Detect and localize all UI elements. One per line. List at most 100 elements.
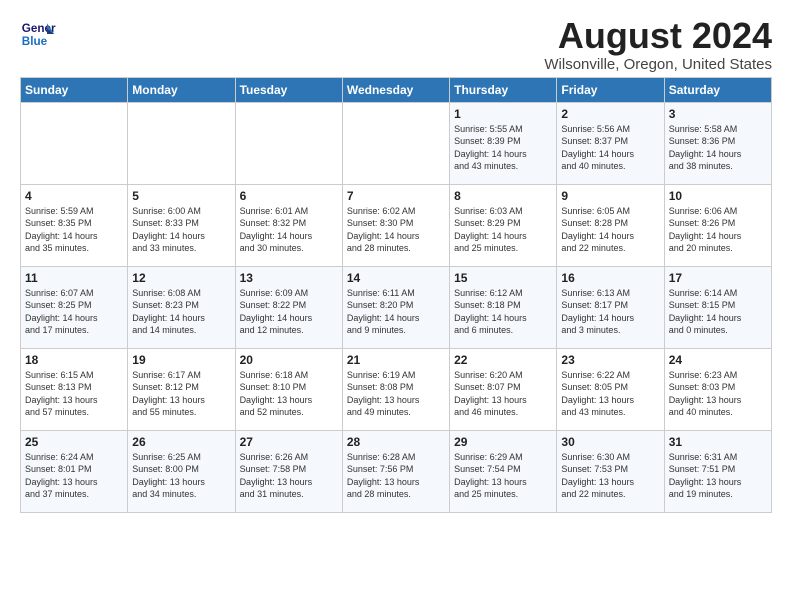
day-info: Sunrise: 6:02 AM Sunset: 8:30 PM Dayligh… (347, 205, 445, 255)
day-info: Sunrise: 5:59 AM Sunset: 8:35 PM Dayligh… (25, 205, 123, 255)
day-info: Sunrise: 5:56 AM Sunset: 8:37 PM Dayligh… (561, 123, 659, 173)
calendar-cell: 16 Sunrise: 6:13 AM Sunset: 8:17 PM Dayli… (557, 266, 664, 348)
day-info: Sunrise: 6:28 AM Sunset: 7:56 PM Dayligh… (347, 451, 445, 501)
day-number: 24 (669, 353, 767, 367)
day-info: Sunrise: 6:15 AM Sunset: 8:13 PM Dayligh… (25, 369, 123, 419)
calendar-cell: 8 Sunrise: 6:03 AM Sunset: 8:29 PM Daylig… (450, 184, 557, 266)
day-info: Sunrise: 6:25 AM Sunset: 8:00 PM Dayligh… (132, 451, 230, 501)
calendar-cell: 24 Sunrise: 6:23 AM Sunset: 8:03 PM Dayli… (664, 348, 771, 430)
calendar-cell: 14Sunrise: 6:11 AM Sunset: 8:20 PM Dayli… (342, 266, 449, 348)
calendar-cell: 4 Sunrise: 5:59 AM Sunset: 8:35 PM Daylig… (21, 184, 128, 266)
day-header-sunday: Sunday (21, 77, 128, 102)
day-info: Sunrise: 6:13 AM Sunset: 8:17 PM Dayligh… (561, 287, 659, 337)
calendar-cell: 9 Sunrise: 6:05 AM Sunset: 8:28 PM Daylig… (557, 184, 664, 266)
calendar-cell: 20 Sunrise: 6:18 AM Sunset: 8:10 PM Dayli… (235, 348, 342, 430)
calendar-cell: 27 Sunrise: 6:26 AM Sunset: 7:58 PM Dayli… (235, 430, 342, 512)
calendar-cell: 25 Sunrise: 6:24 AM Sunset: 8:01 PM Dayli… (21, 430, 128, 512)
day-number: 5 (132, 189, 230, 203)
calendar-cell: 2Sunrise: 5:56 AM Sunset: 8:37 PM Daylig… (557, 102, 664, 184)
day-info: Sunrise: 6:07 AM Sunset: 8:25 PM Dayligh… (25, 287, 123, 337)
day-info: Sunrise: 6:14 AM Sunset: 8:15 PM Dayligh… (669, 287, 767, 337)
day-number: 16 (561, 271, 659, 285)
day-number: 11 (25, 271, 123, 285)
calendar-cell: 28 Sunrise: 6:28 AM Sunset: 7:56 PM Dayli… (342, 430, 449, 512)
day-info: Sunrise: 6:23 AM Sunset: 8:03 PM Dayligh… (669, 369, 767, 419)
day-number: 14 (347, 271, 445, 285)
day-number: 8 (454, 189, 552, 203)
calendar-cell: 30 Sunrise: 6:30 AM Sunset: 7:53 PM Dayli… (557, 430, 664, 512)
day-number: 19 (132, 353, 230, 367)
day-number: 20 (240, 353, 338, 367)
day-info: Sunrise: 6:03 AM Sunset: 8:29 PM Dayligh… (454, 205, 552, 255)
day-info: Sunrise: 6:30 AM Sunset: 7:53 PM Dayligh… (561, 451, 659, 501)
calendar-cell (235, 102, 342, 184)
day-header-saturday: Saturday (664, 77, 771, 102)
day-header-friday: Friday (557, 77, 664, 102)
day-number: 1 (454, 107, 552, 121)
day-info: Sunrise: 6:24 AM Sunset: 8:01 PM Dayligh… (25, 451, 123, 501)
title-area: August 2024 Wilsonville, Oregon, United … (544, 16, 772, 73)
day-header-thursday: Thursday (450, 77, 557, 102)
day-info: Sunrise: 6:20 AM Sunset: 8:07 PM Dayligh… (454, 369, 552, 419)
day-number: 21 (347, 353, 445, 367)
day-number: 27 (240, 435, 338, 449)
calendar-cell: 19Sunrise: 6:17 AM Sunset: 8:12 PM Dayli… (128, 348, 235, 430)
calendar-cell: 31 Sunrise: 6:31 AM Sunset: 7:51 PM Dayli… (664, 430, 771, 512)
day-header-wednesday: Wednesday (342, 77, 449, 102)
day-info: Sunrise: 5:58 AM Sunset: 8:36 PM Dayligh… (669, 123, 767, 173)
day-info: Sunrise: 6:29 AM Sunset: 7:54 PM Dayligh… (454, 451, 552, 501)
day-number: 3 (669, 107, 767, 121)
day-number: 15 (454, 271, 552, 285)
day-info: Sunrise: 6:09 AM Sunset: 8:22 PM Dayligh… (240, 287, 338, 337)
calendar-cell: 12Sunrise: 6:08 AM Sunset: 8:23 PM Dayli… (128, 266, 235, 348)
day-info: Sunrise: 6:31 AM Sunset: 7:51 PM Dayligh… (669, 451, 767, 501)
calendar-cell: 17 Sunrise: 6:14 AM Sunset: 8:15 PM Dayli… (664, 266, 771, 348)
day-info: Sunrise: 6:22 AM Sunset: 8:05 PM Dayligh… (561, 369, 659, 419)
calendar-cell (21, 102, 128, 184)
day-number: 4 (25, 189, 123, 203)
day-info: Sunrise: 6:06 AM Sunset: 8:26 PM Dayligh… (669, 205, 767, 255)
calendar-cell: 11 Sunrise: 6:07 AM Sunset: 8:25 PM Dayli… (21, 266, 128, 348)
day-info: Sunrise: 6:08 AM Sunset: 8:23 PM Dayligh… (132, 287, 230, 337)
day-info: Sunrise: 6:19 AM Sunset: 8:08 PM Dayligh… (347, 369, 445, 419)
day-info: Sunrise: 6:26 AM Sunset: 7:58 PM Dayligh… (240, 451, 338, 501)
calendar-cell: 1 Sunrise: 5:55 AM Sunset: 8:39 PM Daylig… (450, 102, 557, 184)
logo-icon: General Blue (20, 16, 56, 52)
svg-text:Blue: Blue (22, 35, 48, 48)
day-number: 30 (561, 435, 659, 449)
day-number: 13 (240, 271, 338, 285)
calendar-cell (342, 102, 449, 184)
day-number: 17 (669, 271, 767, 285)
calendar-cell: 22 Sunrise: 6:20 AM Sunset: 8:07 PM Dayli… (450, 348, 557, 430)
day-number: 31 (669, 435, 767, 449)
day-number: 9 (561, 189, 659, 203)
calendar-cell: 29 Sunrise: 6:29 AM Sunset: 7:54 PM Dayli… (450, 430, 557, 512)
day-info: Sunrise: 6:00 AM Sunset: 8:33 PM Dayligh… (132, 205, 230, 255)
day-number: 28 (347, 435, 445, 449)
calendar-cell: 26 Sunrise: 6:25 AM Sunset: 8:00 PM Dayli… (128, 430, 235, 512)
calendar-cell: 3 Sunrise: 5:58 AM Sunset: 8:36 PM Daylig… (664, 102, 771, 184)
day-number: 23 (561, 353, 659, 367)
location-title: Wilsonville, Oregon, United States (544, 56, 772, 73)
logo: General Blue (20, 16, 56, 52)
month-title: August 2024 (544, 16, 772, 56)
calendar-cell: 18 Sunrise: 6:15 AM Sunset: 8:13 PM Dayli… (21, 348, 128, 430)
day-number: 10 (669, 189, 767, 203)
calendar-cell: 7Sunrise: 6:02 AM Sunset: 8:30 PM Daylig… (342, 184, 449, 266)
day-number: 22 (454, 353, 552, 367)
day-number: 6 (240, 189, 338, 203)
calendar-cell (128, 102, 235, 184)
day-number: 29 (454, 435, 552, 449)
day-number: 25 (25, 435, 123, 449)
calendar-cell: 21 Sunrise: 6:19 AM Sunset: 8:08 PM Dayli… (342, 348, 449, 430)
day-number: 18 (25, 353, 123, 367)
day-info: Sunrise: 6:18 AM Sunset: 8:10 PM Dayligh… (240, 369, 338, 419)
day-number: 26 (132, 435, 230, 449)
day-info: Sunrise: 6:05 AM Sunset: 8:28 PM Dayligh… (561, 205, 659, 255)
calendar-cell: 15Sunrise: 6:12 AM Sunset: 8:18 PM Dayli… (450, 266, 557, 348)
day-info: Sunrise: 5:55 AM Sunset: 8:39 PM Dayligh… (454, 123, 552, 173)
calendar-cell: 10 Sunrise: 6:06 AM Sunset: 8:26 PM Dayli… (664, 184, 771, 266)
calendar-cell: 13 Sunrise: 6:09 AM Sunset: 8:22 PM Dayli… (235, 266, 342, 348)
page-header: General Blue August 2024 Wilsonville, Or… (20, 16, 772, 73)
calendar-cell: 6Sunrise: 6:01 AM Sunset: 8:32 PM Daylig… (235, 184, 342, 266)
